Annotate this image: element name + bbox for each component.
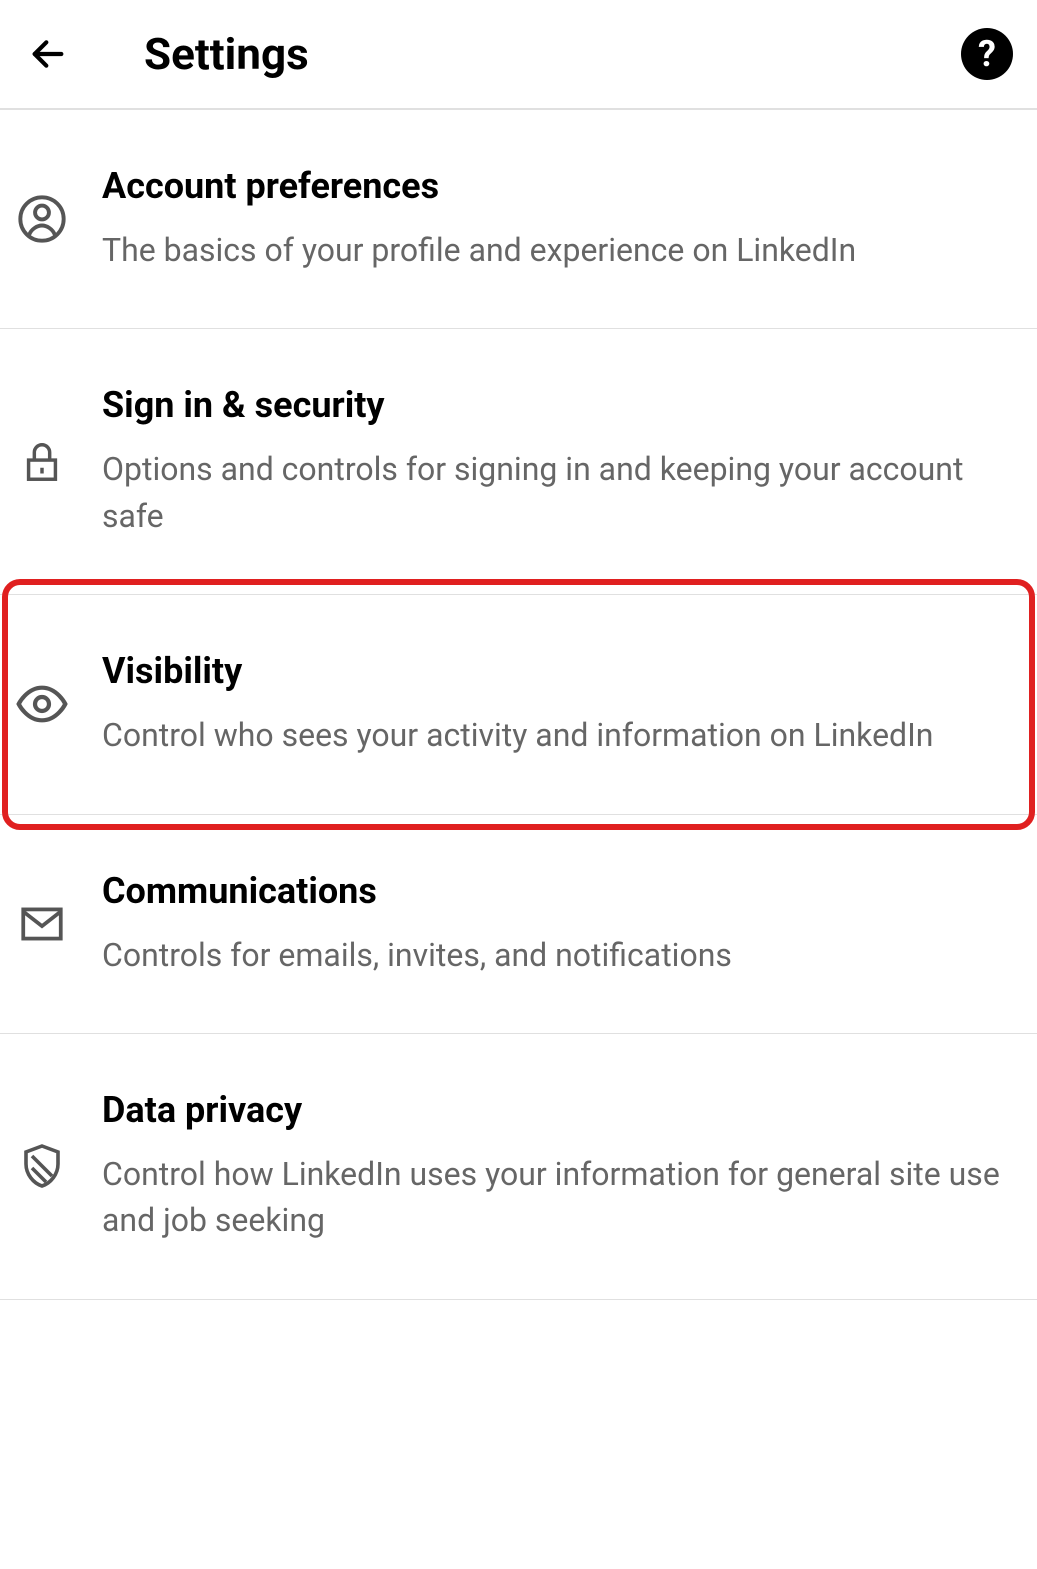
settings-item-visibility[interactable]: Visibility Control who sees your activit… — [0, 595, 1037, 814]
item-desc: Control how LinkedIn uses your informati… — [102, 1151, 1013, 1244]
item-content: Data privacy Control how LinkedIn uses y… — [102, 1089, 1013, 1244]
item-content: Sign in & security Options and controls … — [102, 384, 1013, 539]
item-desc: Options and controls for signing in and … — [102, 446, 1013, 539]
settings-item-account-preferences[interactable]: Account preferences The basics of your p… — [0, 110, 1037, 329]
item-desc: Control who sees your activity and infor… — [102, 712, 1013, 758]
item-content: Communications Controls for emails, invi… — [102, 870, 1013, 978]
item-content: Account preferences The basics of your p… — [102, 165, 1013, 273]
mail-icon — [14, 896, 70, 952]
item-desc: Controls for emails, invites, and notifi… — [102, 932, 1013, 978]
settings-item-data-privacy[interactable]: Data privacy Control how LinkedIn uses y… — [0, 1034, 1037, 1300]
item-content: Visibility Control who sees your activit… — [102, 650, 1013, 758]
page-title: Settings — [144, 28, 309, 80]
item-title: Sign in & security — [102, 384, 1013, 426]
eye-icon — [14, 676, 70, 732]
settings-list: Account preferences The basics of your p… — [0, 110, 1037, 1300]
item-title: Communications — [102, 870, 1013, 912]
item-title: Account preferences — [102, 165, 1013, 207]
back-button[interactable] — [24, 30, 72, 78]
item-desc: The basics of your profile and experienc… — [102, 227, 1013, 273]
back-arrow-icon — [28, 34, 68, 74]
settings-item-communications[interactable]: Communications Controls for emails, invi… — [0, 815, 1037, 1034]
profile-icon — [14, 191, 70, 247]
item-title: Visibility — [102, 650, 1013, 692]
header: Settings ? — [0, 0, 1037, 110]
item-title: Data privacy — [102, 1089, 1013, 1131]
help-button[interactable]: ? — [961, 28, 1013, 80]
help-icon: ? — [978, 33, 996, 75]
lock-icon — [14, 434, 70, 490]
shield-icon — [14, 1138, 70, 1194]
settings-item-signin-security[interactable]: Sign in & security Options and controls … — [0, 329, 1037, 595]
